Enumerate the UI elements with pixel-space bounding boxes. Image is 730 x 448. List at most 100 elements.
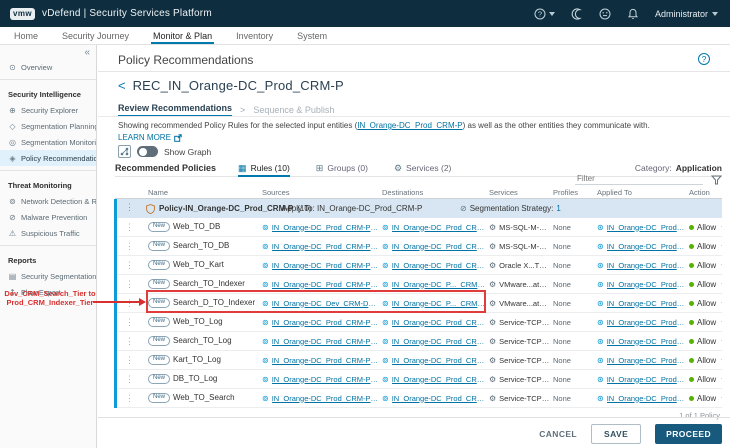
applied-to-link[interactable]: IN_Orange-DC_Prod_CRM-P [607,223,686,232]
applied-to-link[interactable]: IN_Orange-DC_Prod_CRM-P [607,394,686,403]
source-link[interactable]: IN_Orange-DC_Prod_CRM-P_Web [272,261,379,270]
rule-row-web-to-search[interactable]: ⋮ New Web_TO_Search ⊚ IN_Orange-DC_Prod_CRM-… [115,389,722,408]
sidebar-item-policy-recommendations[interactable]: ◈ Policy Recommendations [0,150,96,166]
graph-view-icon[interactable] [118,145,131,158]
sidebar-item-security-explorer[interactable]: ⊕ Security Explorer [0,102,96,118]
save-button[interactable]: SAVE [591,424,642,444]
source-link[interactable]: IN_Orange-DC_Prod_CRM-P_Web [272,223,379,232]
rule-row-web-to-db[interactable]: ⋮ New Web_TO_DB ⊚ IN_Orange-DC_Prod_CRM-P_We… [115,218,722,237]
step-sequence-publish[interactable]: Sequence & Publish [253,105,334,115]
applied-to-link[interactable]: IN_Orange-DC_Prod_CRM-P [607,337,686,346]
destination-link[interactable]: IN_Orange-DC_Prod_CRM-P_Log [392,337,486,346]
applied-to-link[interactable]: IN_Orange-DC_Prod_CRM-P [607,242,686,251]
destination-link[interactable]: IN_Orange-DC_Prod_CRM-P_Log [392,318,486,327]
page-help-icon[interactable]: ? [698,53,710,65]
action-cell[interactable]: Allow [686,242,722,251]
drag-handle-icon[interactable]: ⋮ [115,241,145,252]
applied-to-link[interactable]: IN_Orange-DC_Prod_CRM-P [607,356,686,365]
sidebar-item-network-detection-res[interactable]: ⊚ Network Detection & Res... [0,193,96,209]
nav-system[interactable]: System [297,27,327,44]
drag-handle-icon[interactable]: ⋮ [115,222,145,233]
rule-row-web-to-kart[interactable]: ⋮ New Web_TO_Kart ⊚ IN_Orange-DC_Prod_CRM-P_… [115,256,722,275]
action-cell[interactable]: Allow [686,394,722,403]
step-review-recommendations[interactable]: Review Recommendations [118,103,233,117]
action-cell[interactable]: Allow [686,261,722,270]
applied-to-link[interactable]: IN_Orange-DC_Prod_CRM-P [607,299,686,308]
proceed-button[interactable]: PROCEED [655,424,722,444]
destination-link[interactable]: IN_Orange-DC_Prod_CRM-P_Log [392,356,486,365]
action-cell[interactable]: Allow [686,299,722,308]
policy-name: Policy-IN_Orange-DC_Prod_CRM-P [159,204,294,213]
nav-inventory[interactable]: Inventory [236,27,273,44]
destination-link[interactable]: IN_Orange-DC_P..._CRM-P_Indexer [392,280,486,289]
sidebar-item-segmentation-monitoring[interactable]: ◎ Segmentation Monitoring [0,134,96,150]
help-menu-button[interactable]: ? [534,8,555,20]
nav-monitor-plan[interactable]: Monitor & Plan [151,27,215,44]
sidebar-collapse-icon[interactable]: « [84,47,90,58]
drag-handle-icon[interactable]: ⋮ [115,336,145,347]
sidebar-item-security-segmentation-r[interactable]: ▤ Security Segmentation R... [0,268,96,284]
nav-home[interactable]: Home [14,27,38,44]
action-cell[interactable]: Allow [686,356,722,365]
applied-to-link[interactable]: IN_Orange-DC_Prod_CRM-P [607,375,686,384]
drag-handle-icon[interactable]: ⋮ [115,298,145,309]
destination-link[interactable]: IN_Orange-DC_Prod_CRM-P_DB [392,242,486,251]
back-button[interactable]: < [118,78,126,93]
rule-row-kart-to-log[interactable]: ⋮ New Kart_TO_Log ⊚ IN_Orange-DC_Prod_CRM-P_… [115,351,722,370]
drag-handle-icon[interactable]: ⋮ [115,374,145,385]
learn-more-link[interactable]: LEARN MORE [118,133,182,142]
action-cell[interactable]: Allow [686,318,722,327]
source-link[interactable]: IN_Orange-DC_Prod_CRM-P_DB [272,375,379,384]
sidebar-item-segmentation-planning[interactable]: ◇ Segmentation Planning [0,118,96,134]
action-cell[interactable]: Allow [686,375,722,384]
source-link[interactable]: IN_Orange-DC_Prod_CRM-P_Search [272,337,379,346]
rule-row-web-to-log[interactable]: ⋮ New Web_TO_Log ⊚ IN_Orange-DC_Prod_CRM-P_W… [115,313,722,332]
drag-handle-icon[interactable]: ⋮ [115,260,145,271]
rule-row-search-to-db[interactable]: ⋮ New Search_TO_DB ⊚ IN_Orange-DC_Prod_CRM-P… [115,237,722,256]
action-cell[interactable]: Allow [686,337,722,346]
source-link[interactable]: IN_Orange-DC_Prod_CRM-P_Web [272,318,379,327]
filter-input[interactable] [575,174,703,185]
action-cell[interactable]: Allow [686,223,722,232]
source-link[interactable]: IN_Orange-DC_Prod_CRM-P_Kart [272,356,379,365]
rule-row-db-to-log[interactable]: ⋮ New DB_TO_Log ⊚ IN_Orange-DC_Prod_CRM-P_DB… [115,370,722,389]
feedback-button[interactable] [599,8,611,20]
sidebar-item-overview[interactable]: ⊙ Overview [0,59,96,75]
user-menu[interactable]: Administrator [655,9,718,19]
applied-to-link[interactable]: IN_Orange-DC_Prod_CRM-P [607,280,686,289]
dark-mode-button[interactable] [571,7,583,20]
rule-row-search-to-log[interactable]: ⋮ New Search_TO_Log ⊚ IN_Orange-DC_Prod_CRM-… [115,332,722,351]
drag-handle-icon[interactable]: ⋮ [115,317,145,328]
sources-cell: ⊚IN_Orange-DC_Prod_CRM-P_Search [259,242,379,251]
rule-row-search-d-to-indexer[interactable]: ⋮ New Search_D_TO_Indexer ⊚ IN_Orange-DC_Dev… [115,294,722,313]
rule-row-search-to-indexer[interactable]: ⋮ New Search_TO_Indexer ⊚ IN_Orange-DC_Prod_… [115,275,722,294]
applied-to-link[interactable]: IN_Orange-DC_Prod_CRM-P [607,318,686,327]
strategy-count[interactable]: 1 [556,204,560,213]
destination-link[interactable]: IN_Orange-DC_Prod_CRM-P_DB [392,223,486,232]
services-cell: ⚙Service-TCP-8983 [486,394,550,403]
applied-to-link[interactable]: IN_Orange-DC_Prod_CRM-P [607,261,686,270]
nav-security-journey[interactable]: Security Journey [62,27,129,44]
action-cell[interactable]: Allow [686,280,722,289]
source-link[interactable]: IN_Orange-DC_Prod_CRM-P_Search [272,280,379,289]
drag-handle-icon[interactable]: ⋮ [115,279,145,290]
input-entity-link[interactable]: IN_Orange-DC_Prod_CRM-P [357,121,462,130]
drag-handle-icon[interactable]: ⋮ [125,202,134,213]
filter-funnel-icon[interactable] [711,175,722,185]
destination-link[interactable]: IN_Orange-DC_Prod_CRM-P_Kart [392,261,486,270]
drag-handle-icon[interactable]: ⋮ [115,355,145,366]
source-link[interactable]: IN_Orange-DC_Prod_CRM-P_Search [272,242,379,251]
cancel-button[interactable]: CANCEL [539,429,577,439]
destination-link[interactable]: IN_Orange-DC_Prod_CRM-P_Log [392,375,486,384]
destination-link[interactable]: IN_Orange-DC_Prod_CRM-P_Search [392,394,486,403]
notifications-button[interactable] [627,8,639,20]
sidebar-item-flow-export[interactable]: ↥ Flow Export [0,284,96,300]
source-link[interactable]: IN_Orange-DC_Prod_CRM-P_Web [272,394,379,403]
sidebar-item-malware-prevention[interactable]: ⊘ Malware Prevention [0,209,96,225]
policy-header-row[interactable]: ⋮ Policy-IN_Orange-DC_Prod_CRM-P (10) Ap… [115,199,722,218]
drag-handle-icon[interactable]: ⋮ [115,393,145,404]
destination-link[interactable]: IN_Orange-DC_P..._CRM-P_Indexer [392,299,486,308]
source-link[interactable]: IN_Orange-DC_Dev_CRM-D_Search [272,299,379,308]
show-graph-toggle[interactable] [137,146,158,157]
sidebar-item-suspicious-traffic[interactable]: ⚠ Suspicious Traffic [0,225,96,241]
